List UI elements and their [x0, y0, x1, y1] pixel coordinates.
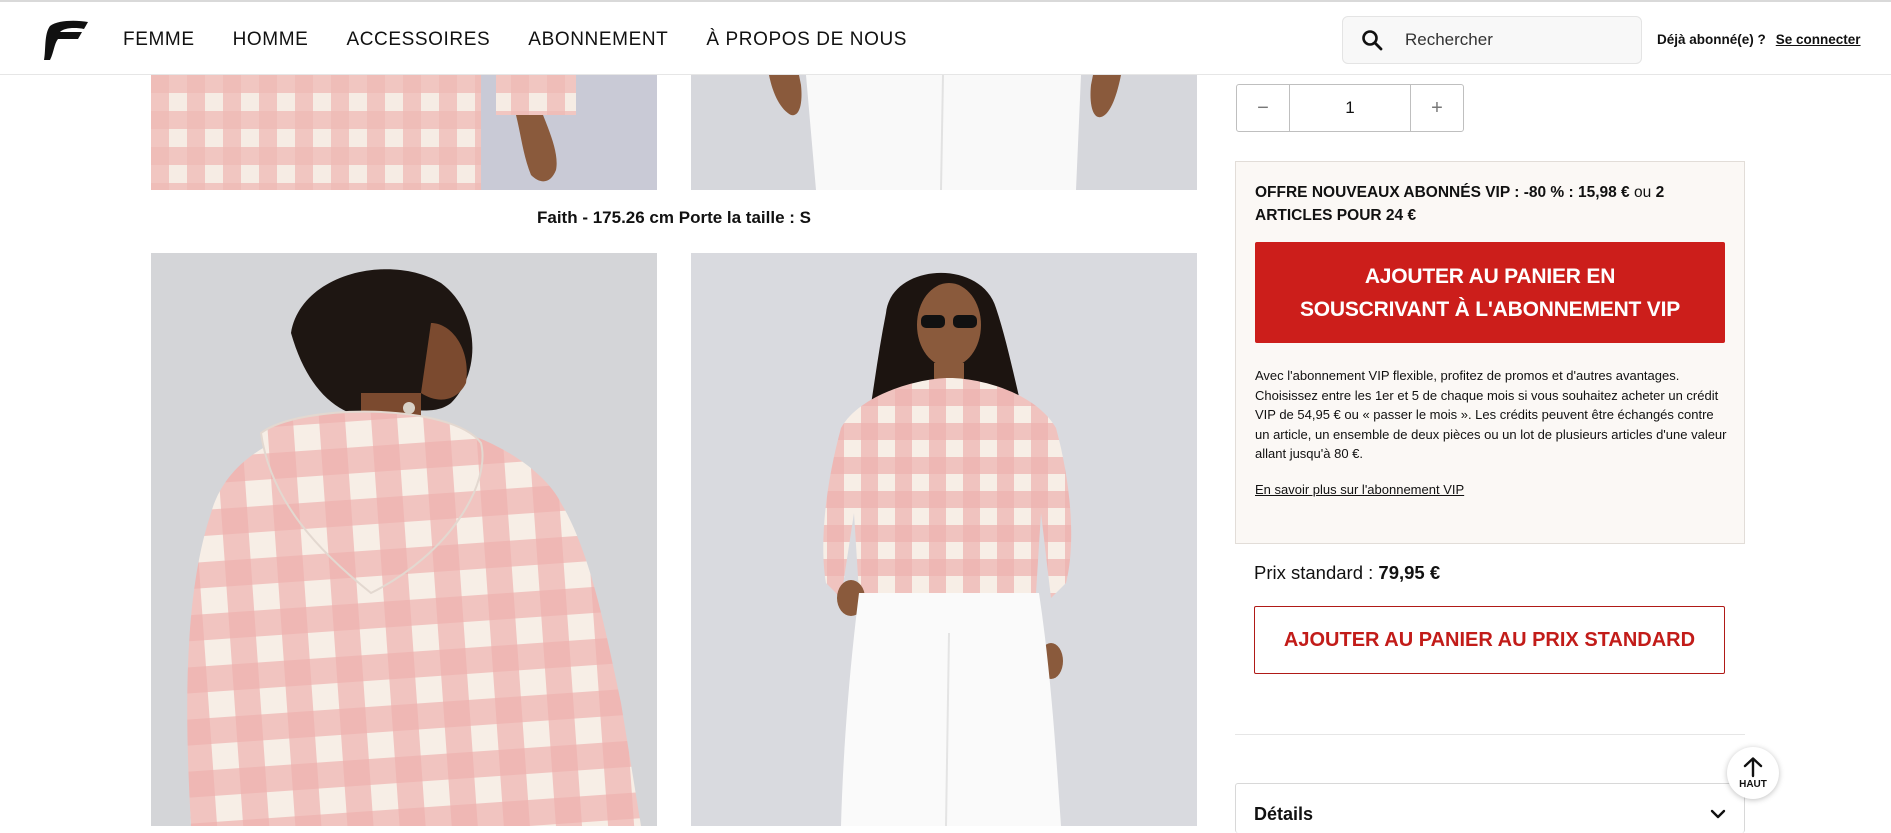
- standard-price-label: Prix standard :: [1254, 562, 1374, 583]
- vip-offer-box: OFFRE NOUVEAUX ABONNÉS VIP : -80 % : 15,…: [1235, 161, 1745, 544]
- back-to-top-button[interactable]: HAUT: [1727, 747, 1779, 799]
- vip-offer-price: OFFRE NOUVEAUX ABONNÉS VIP : -80 % : 15,…: [1255, 184, 1630, 201]
- search-input[interactable]: [1405, 30, 1635, 50]
- details-label: Détails: [1254, 804, 1314, 824]
- add-to-cart-vip-button[interactable]: AJOUTER AU PANIER EN SOUSCRIVANT À L'ABO…: [1255, 242, 1725, 343]
- vip-offer-text: OFFRE NOUVEAUX ABONNÉS VIP : -80 % : 15,…: [1255, 181, 1725, 227]
- photo-3-image: [151, 253, 657, 826]
- account-area: Déjà abonné(e) ? Se connecter: [1657, 2, 1861, 77]
- vip-offer-or: ou: [1634, 184, 1652, 201]
- standard-price-value: 79,95 €: [1378, 562, 1441, 583]
- already-subscribed-text: Déjà abonné(e) ?: [1657, 32, 1766, 47]
- product-photo-2[interactable]: [691, 75, 1197, 190]
- brand-logo-icon[interactable]: [42, 20, 90, 62]
- vip-description: Avec l'abonnement VIP flexible, profitez…: [1255, 368, 1727, 461]
- photo-2-image: [691, 75, 1197, 190]
- nav-femme[interactable]: FEMME: [123, 29, 195, 51]
- quantity-increase-button[interactable]: +: [1411, 85, 1463, 131]
- photo-1-image: [151, 75, 657, 190]
- back-to-top-label: HAUT: [1739, 779, 1767, 790]
- product-photo-1[interactable]: [151, 75, 657, 190]
- main-nav: FEMME HOMME ACCESSOIRES ABONNEMENT À PRO…: [123, 2, 945, 77]
- nav-accessoires[interactable]: ACCESSOIRES: [346, 29, 490, 51]
- search-icon[interactable]: [1361, 29, 1383, 51]
- nav-abonnement[interactable]: ABONNEMENT: [528, 29, 668, 51]
- site-header: FEMME HOMME ACCESSOIRES ABONNEMENT À PRO…: [0, 0, 1891, 75]
- login-link[interactable]: Se connecter: [1776, 32, 1861, 47]
- nav-a-propos[interactable]: À PROPOS DE NOUS: [706, 29, 907, 51]
- quantity-value[interactable]: 1: [1289, 85, 1411, 131]
- nav-homme[interactable]: HOMME: [233, 29, 309, 51]
- product-photo-3[interactable]: [151, 253, 657, 826]
- add-to-cart-standard-button[interactable]: AJOUTER AU PANIER AU PRIX STANDARD: [1254, 606, 1725, 674]
- vip-learn-more-link[interactable]: En savoir plus sur l'abonnement VIP: [1255, 482, 1464, 497]
- chevron-down-icon: [1710, 809, 1726, 819]
- search-box[interactable]: [1342, 16, 1642, 64]
- arrow-up-icon: [1743, 757, 1763, 778]
- photo-4-image: [691, 253, 1197, 826]
- product-photo-4[interactable]: [691, 253, 1197, 826]
- model-size-caption: Faith - 175.26 cm Porte la taille : S: [537, 208, 811, 227]
- standard-price: Prix standard : 79,95 €: [1254, 562, 1440, 584]
- section-divider: [1235, 734, 1745, 735]
- quantity-stepper: − 1 +: [1236, 84, 1464, 132]
- quantity-decrease-button[interactable]: −: [1237, 85, 1289, 131]
